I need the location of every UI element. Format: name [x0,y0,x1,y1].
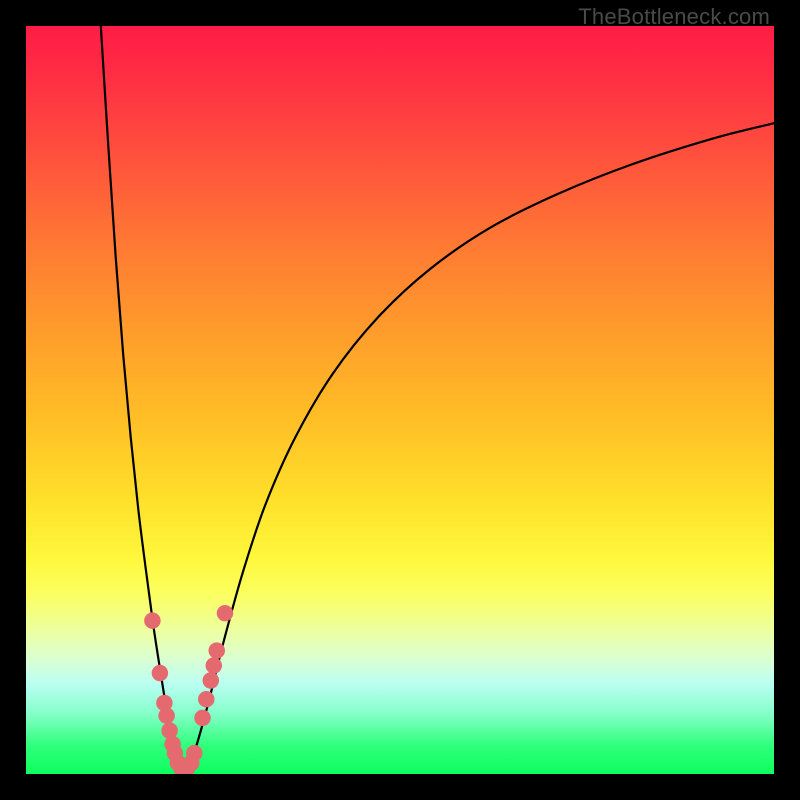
sample-marker [144,612,160,628]
chart-frame: TheBottleneck.com [0,0,800,800]
chart-plot-area [26,26,774,774]
sample-marker [158,707,174,723]
curve-right-branch [185,123,774,772]
sample-marker [203,672,219,688]
sample-marker [186,745,202,761]
chart-svg [26,26,774,774]
sample-markers-group [144,605,233,774]
sample-marker [194,710,210,726]
sample-marker [206,657,222,673]
watermark-text: TheBottleneck.com [578,4,770,30]
sample-marker [209,642,225,658]
sample-marker [198,691,214,707]
sample-marker [217,605,233,621]
curve-left-branch [101,26,182,773]
sample-marker [152,665,168,681]
